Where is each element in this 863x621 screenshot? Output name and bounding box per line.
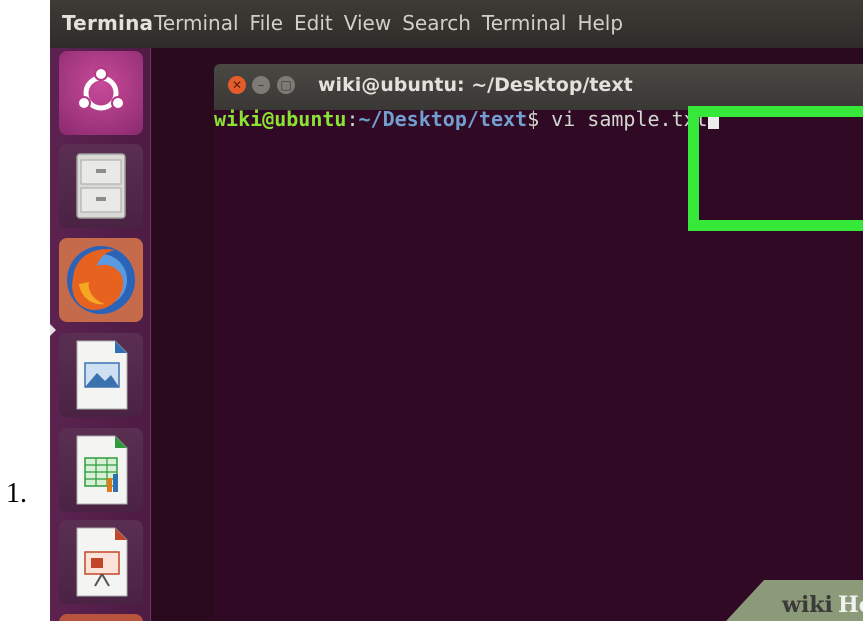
green-highlight-box xyxy=(688,106,863,231)
maximize-icon: □ xyxy=(280,78,292,92)
menu-file[interactable]: File xyxy=(250,11,283,35)
menu-terminal-2[interactable]: Terminal xyxy=(482,11,567,35)
launcher-item-partial[interactable] xyxy=(59,614,143,621)
launcher-item-calc[interactable] xyxy=(59,428,143,512)
libreoffice-impress-icon xyxy=(76,527,128,597)
menu-edit[interactable]: Edit xyxy=(294,11,333,35)
active-indicator xyxy=(50,324,56,336)
watermark-wiki: wiki xyxy=(782,592,833,618)
prompt-dollar: $ xyxy=(527,107,540,131)
file-cabinet-icon xyxy=(76,153,126,219)
terminal-command-line[interactable]: wiki@ubuntu:~/Desktop/text$ vi sample.tx… xyxy=(214,106,719,132)
launcher-item-dash[interactable] xyxy=(59,51,143,135)
unity-launcher xyxy=(50,48,151,621)
close-icon: ✕ xyxy=(231,78,243,92)
minimize-button[interactable]: – xyxy=(252,76,270,94)
firefox-icon xyxy=(67,246,135,314)
window-title: wiki@ubuntu: ~/Desktop/text xyxy=(318,74,633,96)
menu-terminal[interactable]: Terminal xyxy=(154,11,239,35)
menu-search[interactable]: Search xyxy=(402,11,471,35)
typed-command: vi sample.txt xyxy=(539,107,708,131)
prompt-path: ~/Desktop/text xyxy=(358,107,528,131)
terminal-window[interactable]: ✕ – □ wiki@ubuntu: ~/Desktop/text wiki@u… xyxy=(214,64,863,621)
watermark-how: How xyxy=(838,592,863,618)
top-menubar: Termina Terminal File Edit View Search T… xyxy=(50,0,863,48)
launcher-item-firefox[interactable] xyxy=(59,238,143,322)
app-name: Termina xyxy=(62,11,154,35)
menu-help[interactable]: Help xyxy=(577,11,623,35)
minimize-icon: – xyxy=(258,78,264,92)
prompt-user: wiki@ubuntu xyxy=(214,107,347,131)
launcher-item-files[interactable] xyxy=(59,144,143,228)
menu-list: Terminal File Edit View Search Terminal … xyxy=(154,11,634,35)
ubuntu-desktop: Termina Terminal File Edit View Search T… xyxy=(50,0,863,621)
ubuntu-logo-icon xyxy=(77,67,125,111)
close-button[interactable]: ✕ xyxy=(228,76,246,94)
libreoffice-writer-icon xyxy=(76,340,128,410)
prompt-colon: : xyxy=(346,107,359,131)
menu-view[interactable]: View xyxy=(344,11,391,35)
maximize-button[interactable]: □ xyxy=(277,76,295,94)
step-number: 1. xyxy=(6,478,27,509)
libreoffice-calc-icon xyxy=(76,435,128,505)
terminal-titlebar[interactable]: ✕ – □ wiki@ubuntu: ~/Desktop/text xyxy=(214,64,863,110)
launcher-item-impress[interactable] xyxy=(59,520,143,604)
launcher-item-writer[interactable] xyxy=(59,333,143,417)
